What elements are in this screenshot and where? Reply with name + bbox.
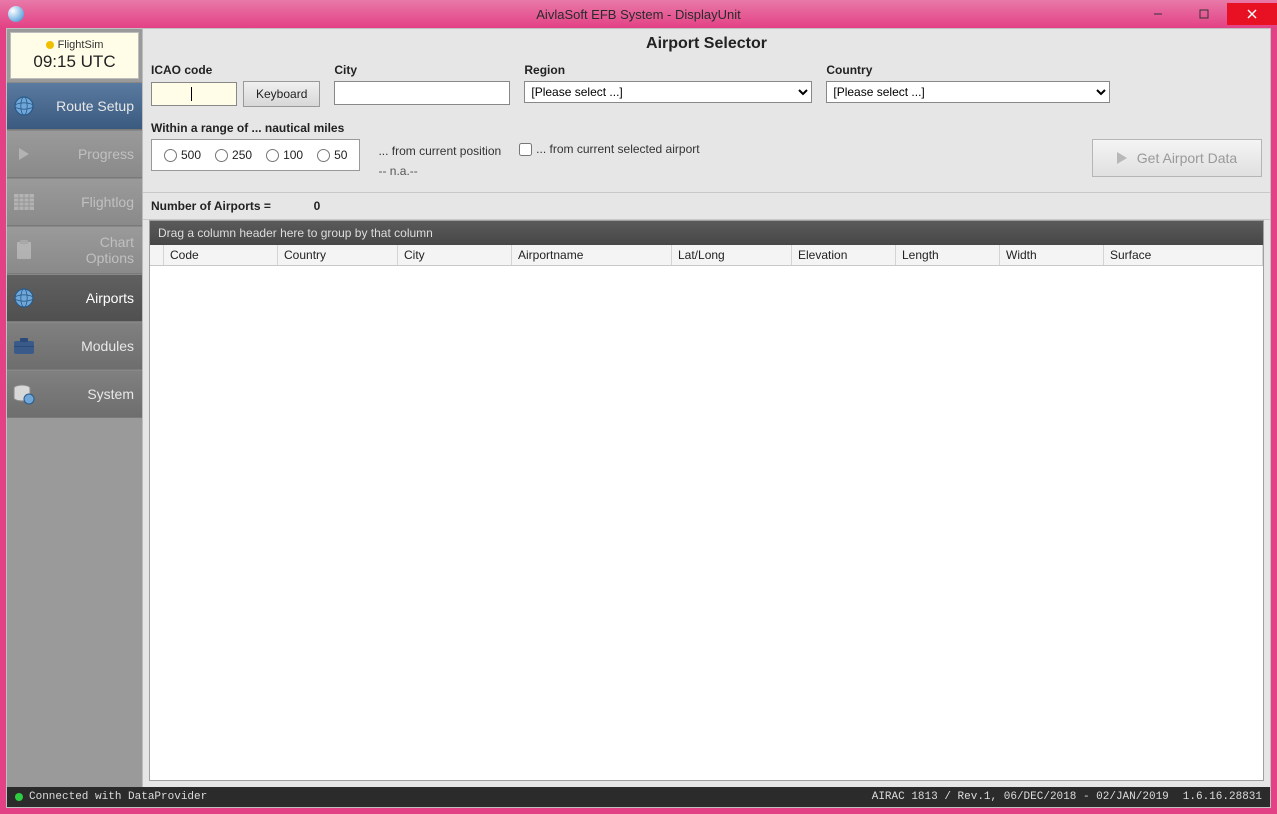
sidebar-item-flightlog: Flightlog bbox=[7, 178, 142, 226]
sidebar-item-label: Progress bbox=[43, 146, 134, 162]
city-input[interactable] bbox=[334, 81, 510, 105]
count-value: 0 bbox=[280, 199, 320, 213]
sim-clock-panel: FlightSim 09:15 UTC bbox=[10, 32, 139, 79]
airac-info: AIRAC 1813 / Rev.1, 06/DEC/2018 - 02/JAN… bbox=[872, 791, 1169, 803]
content-area: Airport Selector ICAO code Keyboard bbox=[142, 29, 1270, 787]
sidebar-item-label: Route Setup bbox=[43, 98, 134, 114]
range-section: Within a range of ... nautical miles 500… bbox=[151, 121, 1262, 182]
main-row: FlightSim 09:15 UTC Route Setup Progress… bbox=[7, 29, 1270, 787]
sidebar-item-chart-options: ChartOptions bbox=[7, 226, 142, 274]
sim-clock: 09:15 UTC bbox=[11, 52, 138, 72]
briefcase-icon bbox=[13, 335, 35, 357]
version-info: 1.6.16.28831 bbox=[1183, 791, 1262, 803]
statusbar: Connected with DataProvider AIRAC 1813 /… bbox=[7, 787, 1270, 807]
col-airportname[interactable]: Airportname bbox=[512, 245, 672, 265]
search-form: ICAO code Keyboard City bbox=[143, 59, 1270, 192]
from-selected-airport-check[interactable]: ... from current selected airport bbox=[519, 139, 699, 156]
grid-body bbox=[150, 266, 1263, 780]
col-width[interactable]: Width bbox=[1000, 245, 1104, 265]
sidebar-item-label: Modules bbox=[43, 338, 134, 354]
city-label: City bbox=[334, 63, 510, 77]
text-caret bbox=[191, 87, 192, 101]
icao-label: ICAO code bbox=[151, 63, 320, 77]
airport-grid: Drag a column header here to group by th… bbox=[149, 220, 1264, 781]
clipboard-icon bbox=[13, 239, 35, 261]
sidebar-item-label: Flightlog bbox=[43, 194, 134, 210]
col-elevation[interactable]: Elevation bbox=[792, 245, 896, 265]
region-field-group: Region [Please select ...] bbox=[524, 63, 812, 107]
sidebar-item-modules[interactable]: Modules bbox=[7, 322, 142, 370]
group-by-bar[interactable]: Drag a column header here to group by th… bbox=[150, 221, 1263, 245]
sidebar: FlightSim 09:15 UTC Route Setup Progress… bbox=[7, 29, 142, 787]
sidebar-item-route-setup[interactable]: Route Setup bbox=[7, 82, 142, 130]
app-icon bbox=[8, 6, 24, 22]
sim-label: FlightSim bbox=[58, 39, 104, 51]
window-title: AivlaSoft EFB System - DisplayUnit bbox=[0, 7, 1277, 22]
from-current-position-label: ... from current position bbox=[378, 141, 501, 161]
range-radio-group: 500 250 100 50 bbox=[151, 139, 360, 171]
titlebar: AivlaSoft EFB System - DisplayUnit bbox=[0, 0, 1277, 28]
maximize-button[interactable] bbox=[1181, 3, 1227, 25]
database-gear-icon bbox=[13, 383, 35, 405]
sidebar-item-label: ChartOptions bbox=[43, 234, 134, 266]
range-radio-500[interactable]: 500 bbox=[164, 148, 201, 162]
sidebar-item-progress: Progress bbox=[7, 130, 142, 178]
region-label: Region bbox=[524, 63, 812, 77]
icao-input[interactable] bbox=[151, 82, 237, 106]
grid-header-leading bbox=[150, 245, 164, 265]
current-position-value: -- n.a.-- bbox=[378, 161, 501, 181]
range-header: Within a range of ... nautical miles bbox=[151, 121, 1262, 135]
app-frame: FlightSim 09:15 UTC Route Setup Progress… bbox=[6, 28, 1271, 808]
result-count-row: Number of Airports = 0 bbox=[143, 192, 1270, 220]
window-buttons bbox=[1135, 3, 1277, 25]
from-selected-checkbox[interactable] bbox=[519, 143, 532, 156]
sidebar-spacer bbox=[7, 418, 142, 787]
close-button[interactable] bbox=[1227, 3, 1277, 25]
sidebar-item-airports[interactable]: Airports bbox=[7, 274, 142, 322]
from-selected-label: ... from current selected airport bbox=[536, 142, 699, 156]
sidebar-item-label: System bbox=[43, 386, 134, 402]
count-label: Number of Airports = bbox=[151, 199, 271, 213]
connection-led bbox=[15, 793, 23, 801]
play-icon bbox=[1117, 152, 1127, 164]
col-country[interactable]: Country bbox=[278, 245, 398, 265]
grid-header: Code Country City Airportname Lat/Long E… bbox=[150, 245, 1263, 266]
country-field-group: Country [Please select ...] bbox=[826, 63, 1110, 107]
country-label: Country bbox=[826, 63, 1110, 77]
range-radio-100[interactable]: 100 bbox=[266, 148, 303, 162]
sim-status-dot bbox=[46, 41, 54, 49]
globe-icon bbox=[13, 95, 35, 117]
sidebar-item-label: Airports bbox=[43, 290, 134, 306]
keyboard-button[interactable]: Keyboard bbox=[243, 81, 320, 107]
page-title: Airport Selector bbox=[143, 29, 1270, 59]
icao-field-group: ICAO code Keyboard bbox=[151, 63, 320, 107]
col-latlong[interactable]: Lat/Long bbox=[672, 245, 792, 265]
minimize-button[interactable] bbox=[1135, 3, 1181, 25]
range-radio-50[interactable]: 50 bbox=[317, 148, 347, 162]
sidebar-item-system[interactable]: System bbox=[7, 370, 142, 418]
globe-icon bbox=[13, 287, 35, 309]
form-row-1: ICAO code Keyboard City bbox=[151, 63, 1262, 107]
region-select[interactable]: [Please select ...] bbox=[524, 81, 812, 103]
from-position-info: ... from current position -- n.a.-- bbox=[378, 139, 501, 182]
col-code[interactable]: Code bbox=[164, 245, 278, 265]
range-radio-250[interactable]: 250 bbox=[215, 148, 252, 162]
play-icon bbox=[13, 143, 35, 165]
connection-status: Connected with DataProvider bbox=[29, 791, 207, 803]
col-city[interactable]: City bbox=[398, 245, 512, 265]
col-surface[interactable]: Surface bbox=[1104, 245, 1263, 265]
grid-icon bbox=[13, 191, 35, 213]
city-field-group: City bbox=[334, 63, 510, 107]
get-airport-data-button[interactable]: Get Airport Data bbox=[1092, 139, 1262, 177]
country-select[interactable]: [Please select ...] bbox=[826, 81, 1110, 103]
col-length[interactable]: Length bbox=[896, 245, 1000, 265]
